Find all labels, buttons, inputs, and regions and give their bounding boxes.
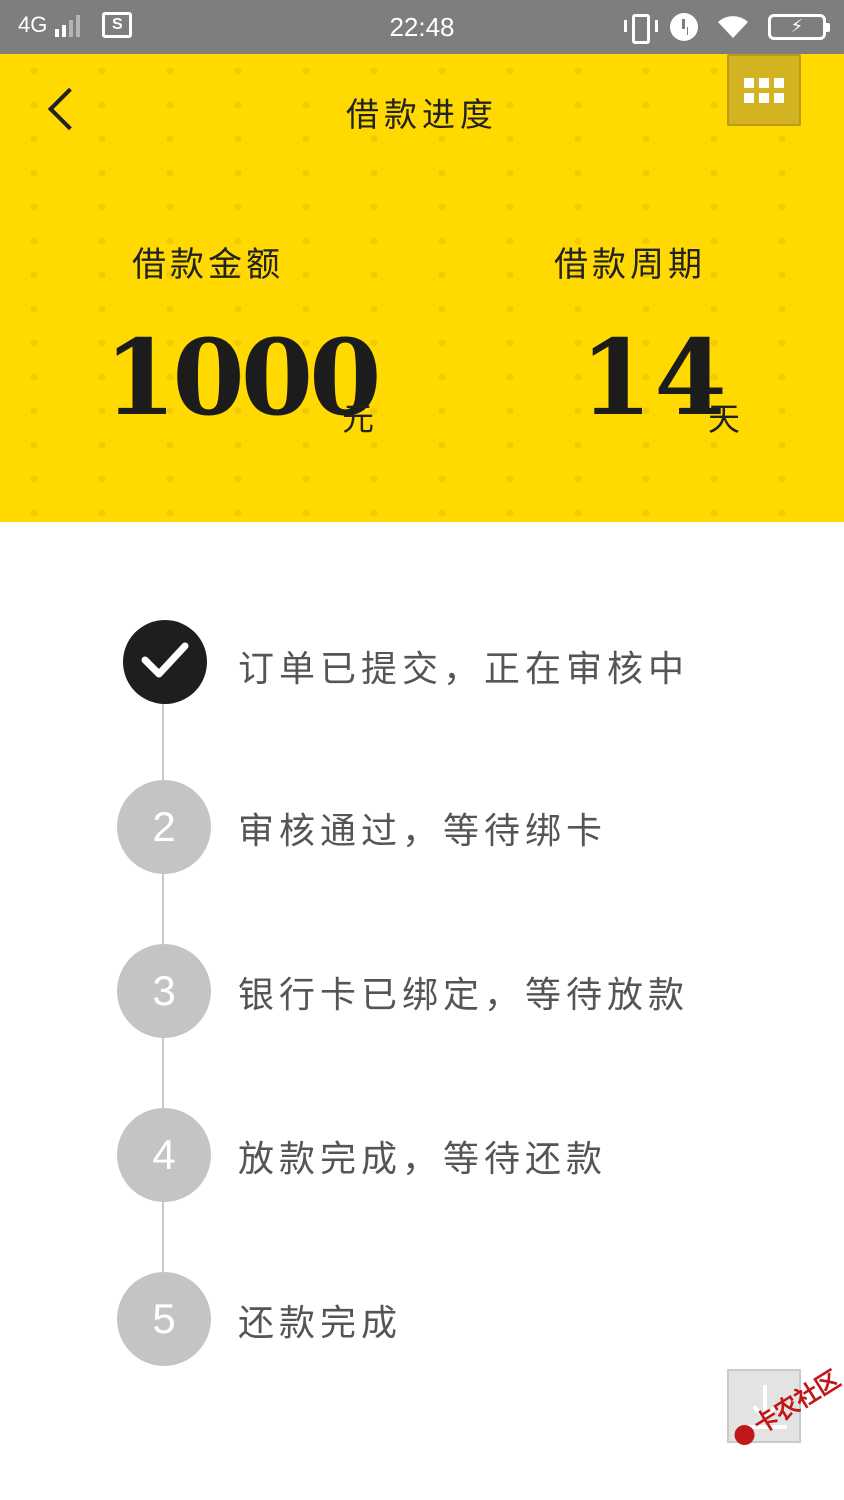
battery-icon: ⚡	[768, 14, 830, 40]
progress-step-5: 5 还款完成	[117, 1272, 817, 1366]
step-label: 银行卡已绑定，等待放款	[238, 975, 690, 1016]
loan-period-unit: 天	[708, 400, 741, 438]
progress-step-2: 2 审核通过，等待绑卡	[117, 780, 817, 874]
progress-step-3: 3 银行卡已绑定，等待放款	[117, 944, 817, 1038]
page-title: 借款进度	[346, 95, 498, 134]
status-right: ⚡	[624, 12, 830, 44]
step-number: 5	[117, 1272, 211, 1366]
checkmark-icon	[123, 620, 207, 704]
step-label: 放款完成，等待还款	[238, 1139, 608, 1180]
loan-period-value: 14	[580, 316, 729, 439]
loan-amount-value: 1000	[104, 316, 381, 439]
loan-summary-header: 借款进度 借款金额 借款周期 1000 元 14 天	[0, 54, 844, 522]
progress-step-1: 订单已提交，正在审核中	[117, 620, 817, 716]
loan-amount-unit: 元	[342, 400, 375, 438]
step-number: 2	[117, 780, 211, 874]
progress-step-4: 4 放款完成，等待还款	[117, 1108, 817, 1202]
grid-menu-icon[interactable]	[727, 54, 801, 126]
step-label: 还款完成	[238, 1303, 403, 1344]
vibrate-icon	[624, 12, 658, 44]
step-number: 4	[117, 1108, 211, 1202]
step-number: 3	[117, 944, 211, 1038]
wifi-icon	[718, 16, 748, 38]
loan-amount-label: 借款金额	[132, 245, 284, 285]
step-label: 订单已提交，正在审核中	[238, 649, 690, 690]
status-bar: 4G S 22:48 ⚡	[0, 0, 844, 54]
alarm-icon	[670, 13, 698, 41]
loan-period-label: 借款周期	[554, 245, 706, 285]
step-label: 审核通过，等待绑卡	[238, 811, 608, 852]
